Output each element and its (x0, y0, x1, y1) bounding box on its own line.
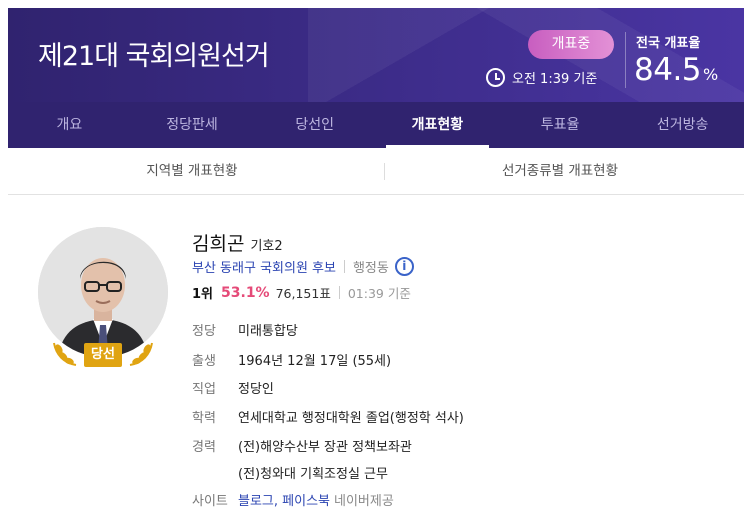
laurel-left-icon (53, 342, 77, 366)
laurel-right-icon (129, 342, 153, 366)
career-value: (전)해양수산부 장관 정책보좌관 (전)청와대 기획조정실 근무 (238, 436, 412, 490)
vote-count: 76,151표 (275, 286, 331, 301)
district-divider (343, 260, 345, 273)
winner-badge: 당선 (84, 343, 122, 367)
party-label: 정당 (192, 324, 216, 339)
candidate-card: 당선 김희곤 기호2 부산 동래구 국회의원 후보 행정동 i 1위 53.1%… (8, 205, 744, 515)
education-value: 연세대학교 행정대학원 졸업(행정학 석사) (238, 411, 464, 426)
career-label: 경력 (192, 440, 216, 455)
district-row: 부산 동래구 국회의원 후보 행정동 i (192, 257, 414, 276)
tab-election-type-counting[interactable]: 선거종류별 개표현황 (376, 148, 744, 194)
nav-party-status[interactable]: 정당판세 (131, 102, 254, 148)
result-time: 01:39 기준 (347, 286, 411, 301)
candidate-number: 기호2 (250, 239, 283, 254)
result-divider (338, 286, 340, 299)
career-item: (전)해양수산부 장관 정책보좌관 (238, 440, 412, 455)
nav-broadcast[interactable]: 선거방송 (621, 102, 744, 148)
vote-percent: 53.1% (221, 284, 270, 301)
site-links[interactable]: 블로그, 페이스북 (238, 494, 330, 509)
election-header: 제21대 국회의원선거 개표중 오전 1:39 기준 전국 개표율 84.5% (8, 8, 744, 102)
nav-winners[interactable]: 당선인 (253, 102, 376, 148)
candidate-photo-wrap: 당선 (38, 227, 168, 377)
update-time-text: 오전 1:39 기준 (512, 71, 598, 87)
rate-unit: % (703, 65, 718, 84)
rate-number: 84.5 (634, 52, 702, 88)
birth-value: 1964년 12월 17일 (55세) (238, 354, 392, 369)
birth-label: 출생 (192, 354, 216, 369)
main-nav: 개요 정당판세 당선인 개표현황 투표율 선거방송 (8, 102, 744, 148)
candidate-name[interactable]: 김희곤 (192, 229, 244, 256)
dong-label: 행정동 (352, 261, 389, 276)
detail-birth: 출생 1964년 12월 17일 (55세) (192, 350, 391, 369)
counting-status-badge: 개표중 (528, 30, 614, 59)
party-value: 미래통합당 (238, 324, 298, 339)
national-rate-value: 84.5% (634, 52, 718, 88)
detail-education: 학력 연세대학교 행정대학원 졸업(행정학 석사) (192, 407, 464, 426)
career-item: (전)청와대 기획조정실 근무 (238, 467, 388, 482)
clock-icon (486, 67, 505, 87)
site-label: 사이트 (192, 494, 228, 509)
site-value: 블로그, 페이스북 네이버제공 (238, 490, 394, 509)
info-icon[interactable]: i (394, 257, 414, 276)
tab-regional-counting[interactable]: 지역별 개표현황 (8, 148, 376, 194)
update-time: 오전 1:39 기준 (486, 66, 597, 88)
header-divider (625, 32, 626, 88)
education-label: 학력 (192, 411, 216, 426)
nav-counting-status[interactable]: 개표현황 (376, 102, 499, 148)
site-source: 네이버제공 (334, 494, 394, 509)
rank: 1위 (192, 287, 214, 302)
detail-site: 사이트 블로그, 페이스북 네이버제공 (192, 490, 394, 509)
page-title: 제21대 국회의원선거 (38, 41, 270, 72)
job-value: 정당인 (238, 382, 274, 397)
job-label: 직업 (192, 382, 216, 397)
nav-overview[interactable]: 개요 (8, 102, 131, 148)
sub-tabs: 지역별 개표현황 선거종류별 개표현황 (8, 148, 744, 195)
detail-career: 경력 (전)해양수산부 장관 정책보좌관 (전)청와대 기획조정실 근무 (192, 436, 412, 490)
detail-job: 직업 정당인 (192, 378, 274, 397)
nav-turnout[interactable]: 투표율 (499, 102, 622, 148)
national-rate-label: 전국 개표율 (636, 36, 701, 51)
detail-party: 정당 미래통합당 (192, 320, 298, 339)
result-row: 1위 53.1% 76,151표 01:39 기준 (192, 283, 411, 303)
district-link[interactable]: 부산 동래구 국회의원 후보 (192, 257, 336, 276)
candidate-name-row: 김희곤 기호2 (192, 229, 283, 256)
